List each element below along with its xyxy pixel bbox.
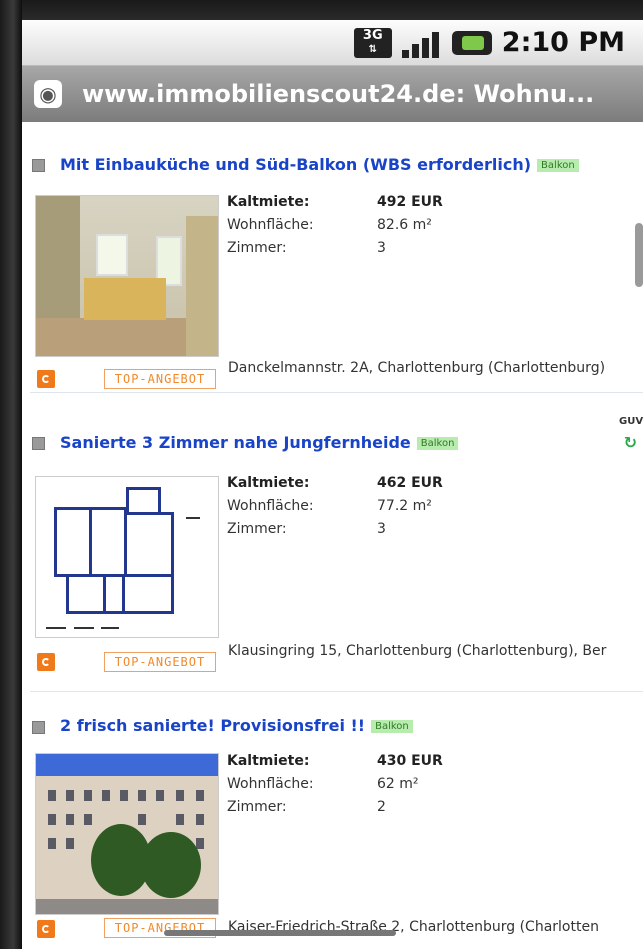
zimmer-value: 3 (377, 521, 386, 537)
device-frame: 3G ⇅ 2:10 PM ◉ www.immobilienscout24.de:… (0, 0, 643, 949)
zimmer-label: Zimmer: (227, 240, 287, 256)
wohnflaeche-value: 62 m² (377, 776, 419, 792)
balkon-badge: Balkon (371, 720, 413, 733)
zimmer-label: Zimmer: (227, 521, 287, 537)
kaltmiete-value: 462 EUR (377, 475, 443, 491)
device-bezel-left (0, 0, 22, 949)
browser-title-bar[interactable]: ◉ www.immobilienscout24.de: Wohnu... (22, 66, 643, 122)
status-icons: 3G ⇅ 2:10 PM (353, 27, 625, 58)
top-offer-icon (37, 920, 55, 938)
page-title: www.immobilienscout24.de: Wohnu... (82, 80, 595, 108)
recycle-icon: ↻ (623, 433, 637, 452)
listing-floorplan[interactable] (35, 476, 219, 638)
listing-photo[interactable] (35, 195, 219, 357)
battery-charging-icon (451, 30, 492, 55)
status-bar: 3G ⇅ 2:10 PM (22, 20, 643, 66)
globe-icon: ◉ (34, 80, 62, 108)
clock: 2:10 PM (501, 27, 625, 58)
wohnflaeche-label: Wohnfläche: (227, 498, 314, 514)
listing-item: 2 frisch sanierte! Provisionsfrei !! Balk… (22, 692, 643, 949)
zimmer-label: Zimmer: (227, 799, 287, 815)
listing-title-link[interactable]: Mit Einbauküche und Süd-Balkon (WBS erfo… (60, 155, 579, 174)
bullet-icon (32, 721, 45, 734)
zimmer-value: 3 (377, 240, 386, 256)
signal-strength-icon (401, 28, 442, 58)
wohnflaeche-value: 77.2 m² (377, 498, 432, 514)
bullet-icon (32, 437, 45, 450)
side-logo: GUV (619, 416, 643, 427)
screen: 3G ⇅ 2:10 PM ◉ www.immobilienscout24.de:… (22, 20, 643, 949)
balkon-badge: Balkon (537, 159, 579, 172)
divider (30, 392, 643, 393)
top-offer-icon (37, 370, 55, 388)
listing-title-link[interactable]: 2 frisch sanierte! Provisionsfrei !! Balk… (60, 716, 413, 735)
wohnflaeche-label: Wohnfläche: (227, 776, 314, 792)
listing-list: Mit Einbauküche und Süd-Balkon (WBS erfo… (22, 123, 643, 949)
kaltmiete-value: 430 EUR (377, 753, 443, 769)
network-3g-icon: 3G ⇅ (353, 27, 392, 58)
kaltmiete-label: Kaltmiete: (227, 194, 310, 210)
listing-item: Sanierte 3 Zimmer nahe Jungfernheide Balk… (22, 408, 643, 692)
wohnflaeche-value: 82.6 m² (377, 217, 432, 233)
data-arrows-icon: ⇅ (368, 43, 377, 55)
listing-item: Mit Einbauküche und Süd-Balkon (WBS erfo… (22, 123, 643, 393)
kaltmiete-value: 492 EUR (377, 194, 443, 210)
listing-address: Danckelmannstr. 2A, Charlottenburg (Char… (228, 360, 606, 376)
device-bezel-top (0, 0, 643, 20)
bullet-icon (32, 159, 45, 172)
network-type-label: 3G (362, 27, 383, 43)
listing-address: Klausingring 15, Charlottenburg (Charlot… (228, 643, 607, 659)
top-offer-label: TOP-ANGEBOT (104, 652, 216, 672)
horizontal-scrollbar[interactable] (164, 930, 396, 936)
top-offer-icon (37, 653, 55, 671)
listing-title-link[interactable]: Sanierte 3 Zimmer nahe Jungfernheide Balk… (60, 433, 459, 452)
listing-photo[interactable] (35, 753, 219, 915)
kaltmiete-label: Kaltmiete: (227, 753, 310, 769)
listing-title: Sanierte 3 Zimmer nahe Jungfernheide (60, 433, 411, 452)
top-offer-label: TOP-ANGEBOT (104, 369, 216, 389)
listing-title: Mit Einbauküche und Süd-Balkon (WBS erfo… (60, 155, 532, 174)
wohnflaeche-label: Wohnfläche: (227, 217, 314, 233)
listing-title: 2 frisch sanierte! Provisionsfrei !! (60, 716, 366, 735)
zimmer-value: 2 (377, 799, 386, 815)
balkon-badge: Balkon (416, 437, 459, 450)
kaltmiete-label: Kaltmiete: (227, 475, 310, 491)
vertical-scrollbar[interactable] (635, 223, 643, 287)
